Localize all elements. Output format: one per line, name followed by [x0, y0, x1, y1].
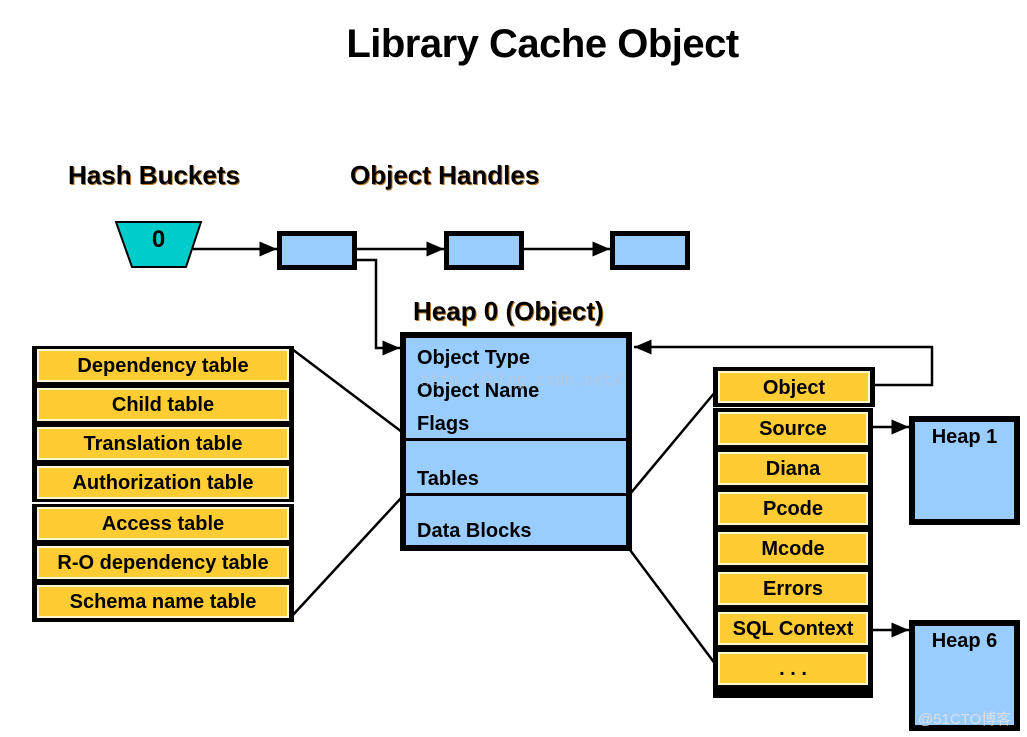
object-handle-2[interactable]	[444, 231, 524, 270]
heap0-datablocks-section[interactable]: Data Blocks	[406, 496, 626, 545]
table-child[interactable]: Child table	[37, 388, 289, 421]
heap0-field-flags: Flags	[417, 413, 470, 435]
block-sql-context[interactable]: SQL Context	[718, 612, 868, 645]
block-object[interactable]: Object	[718, 371, 870, 403]
watermark-corner: @51CTO博客	[918, 711, 1012, 728]
hash-bucket-0[interactable]: 0	[116, 226, 201, 254]
block-diana[interactable]: Diana	[718, 452, 868, 485]
line-tables-bottom	[291, 496, 403, 617]
object-block-wrapper: Object	[713, 367, 875, 407]
line-datablocks-bottom	[628, 549, 718, 666]
table-authorization[interactable]: Authorization table	[37, 466, 289, 499]
heap0-field-object-type: Object Type	[417, 347, 530, 369]
heap1-box[interactable]: Heap 1	[909, 416, 1020, 525]
tables-group-2: Access table R-O dependency table Schema…	[32, 504, 294, 622]
block-source[interactable]: Source	[718, 412, 868, 445]
watermark-center: http://blog.csdn.net/	[420, 370, 623, 389]
block-errors[interactable]: Errors	[718, 572, 868, 605]
table-dependency[interactable]: Dependency table	[37, 349, 289, 382]
table-ro-dependency[interactable]: R-O dependency table	[37, 546, 289, 579]
block-pcode[interactable]: Pcode	[718, 492, 868, 525]
data-blocks-stack: Source Diana Pcode Mcode Errors SQL Cont…	[713, 408, 873, 698]
heap0-datablocks-label: Data Blocks	[417, 520, 532, 542]
object-handle-1[interactable]	[277, 231, 357, 270]
table-translation[interactable]: Translation table	[37, 427, 289, 460]
arrow-handle-to-heap0	[357, 258, 400, 356]
tables-group-1: Dependency table Child table Translation…	[32, 346, 294, 502]
table-schema-name[interactable]: Schema name table	[37, 585, 289, 618]
heap0-tables-section[interactable]: Tables	[406, 441, 626, 493]
heap0-tables-label: Tables	[417, 468, 479, 490]
heap0-box: Object Type Object Name Flags Tables Dat…	[400, 332, 632, 551]
block-mcode[interactable]: Mcode	[718, 532, 868, 565]
line-tables-top	[291, 348, 403, 433]
table-access[interactable]: Access table	[37, 507, 289, 540]
object-handle-3[interactable]	[610, 231, 690, 270]
line-datablocks-top	[629, 390, 717, 495]
block-ellipsis[interactable]: . . .	[718, 652, 868, 685]
